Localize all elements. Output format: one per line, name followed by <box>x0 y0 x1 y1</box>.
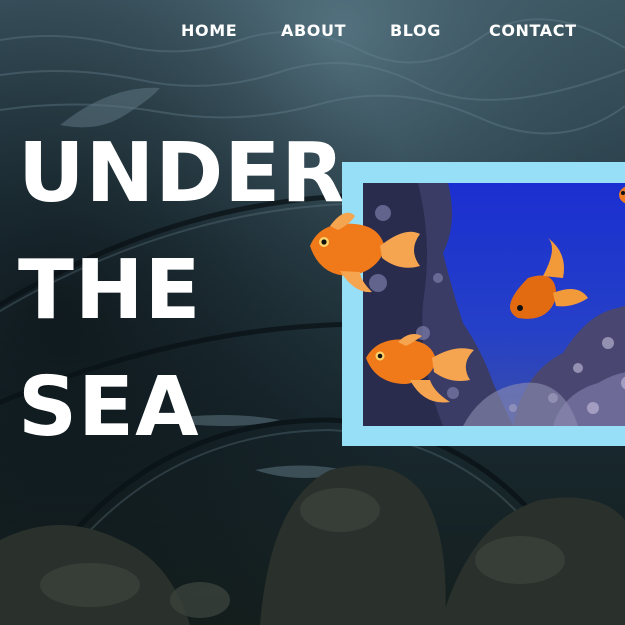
goldfish-icon <box>360 330 476 408</box>
nav-contact-link[interactable]: CONTACT <box>489 20 577 42</box>
goldfish-icon <box>300 206 425 298</box>
hero-title: UNDER THE SEA <box>18 115 345 466</box>
hero-page: HOME ABOUT BLOG CONTACT UNDER THE SEA <box>0 0 625 625</box>
hero-title-line-2: THE <box>18 243 202 338</box>
hero-title-line-1: UNDER <box>18 126 346 221</box>
nav-home-link[interactable]: HOME <box>181 20 237 42</box>
nav-about-link[interactable]: ABOUT <box>281 20 346 42</box>
hero-title-line-3: SEA <box>18 360 200 455</box>
nav-blog-link[interactable]: BLOG <box>390 20 441 42</box>
main-nav: HOME ABOUT BLOG CONTACT <box>0 20 625 42</box>
